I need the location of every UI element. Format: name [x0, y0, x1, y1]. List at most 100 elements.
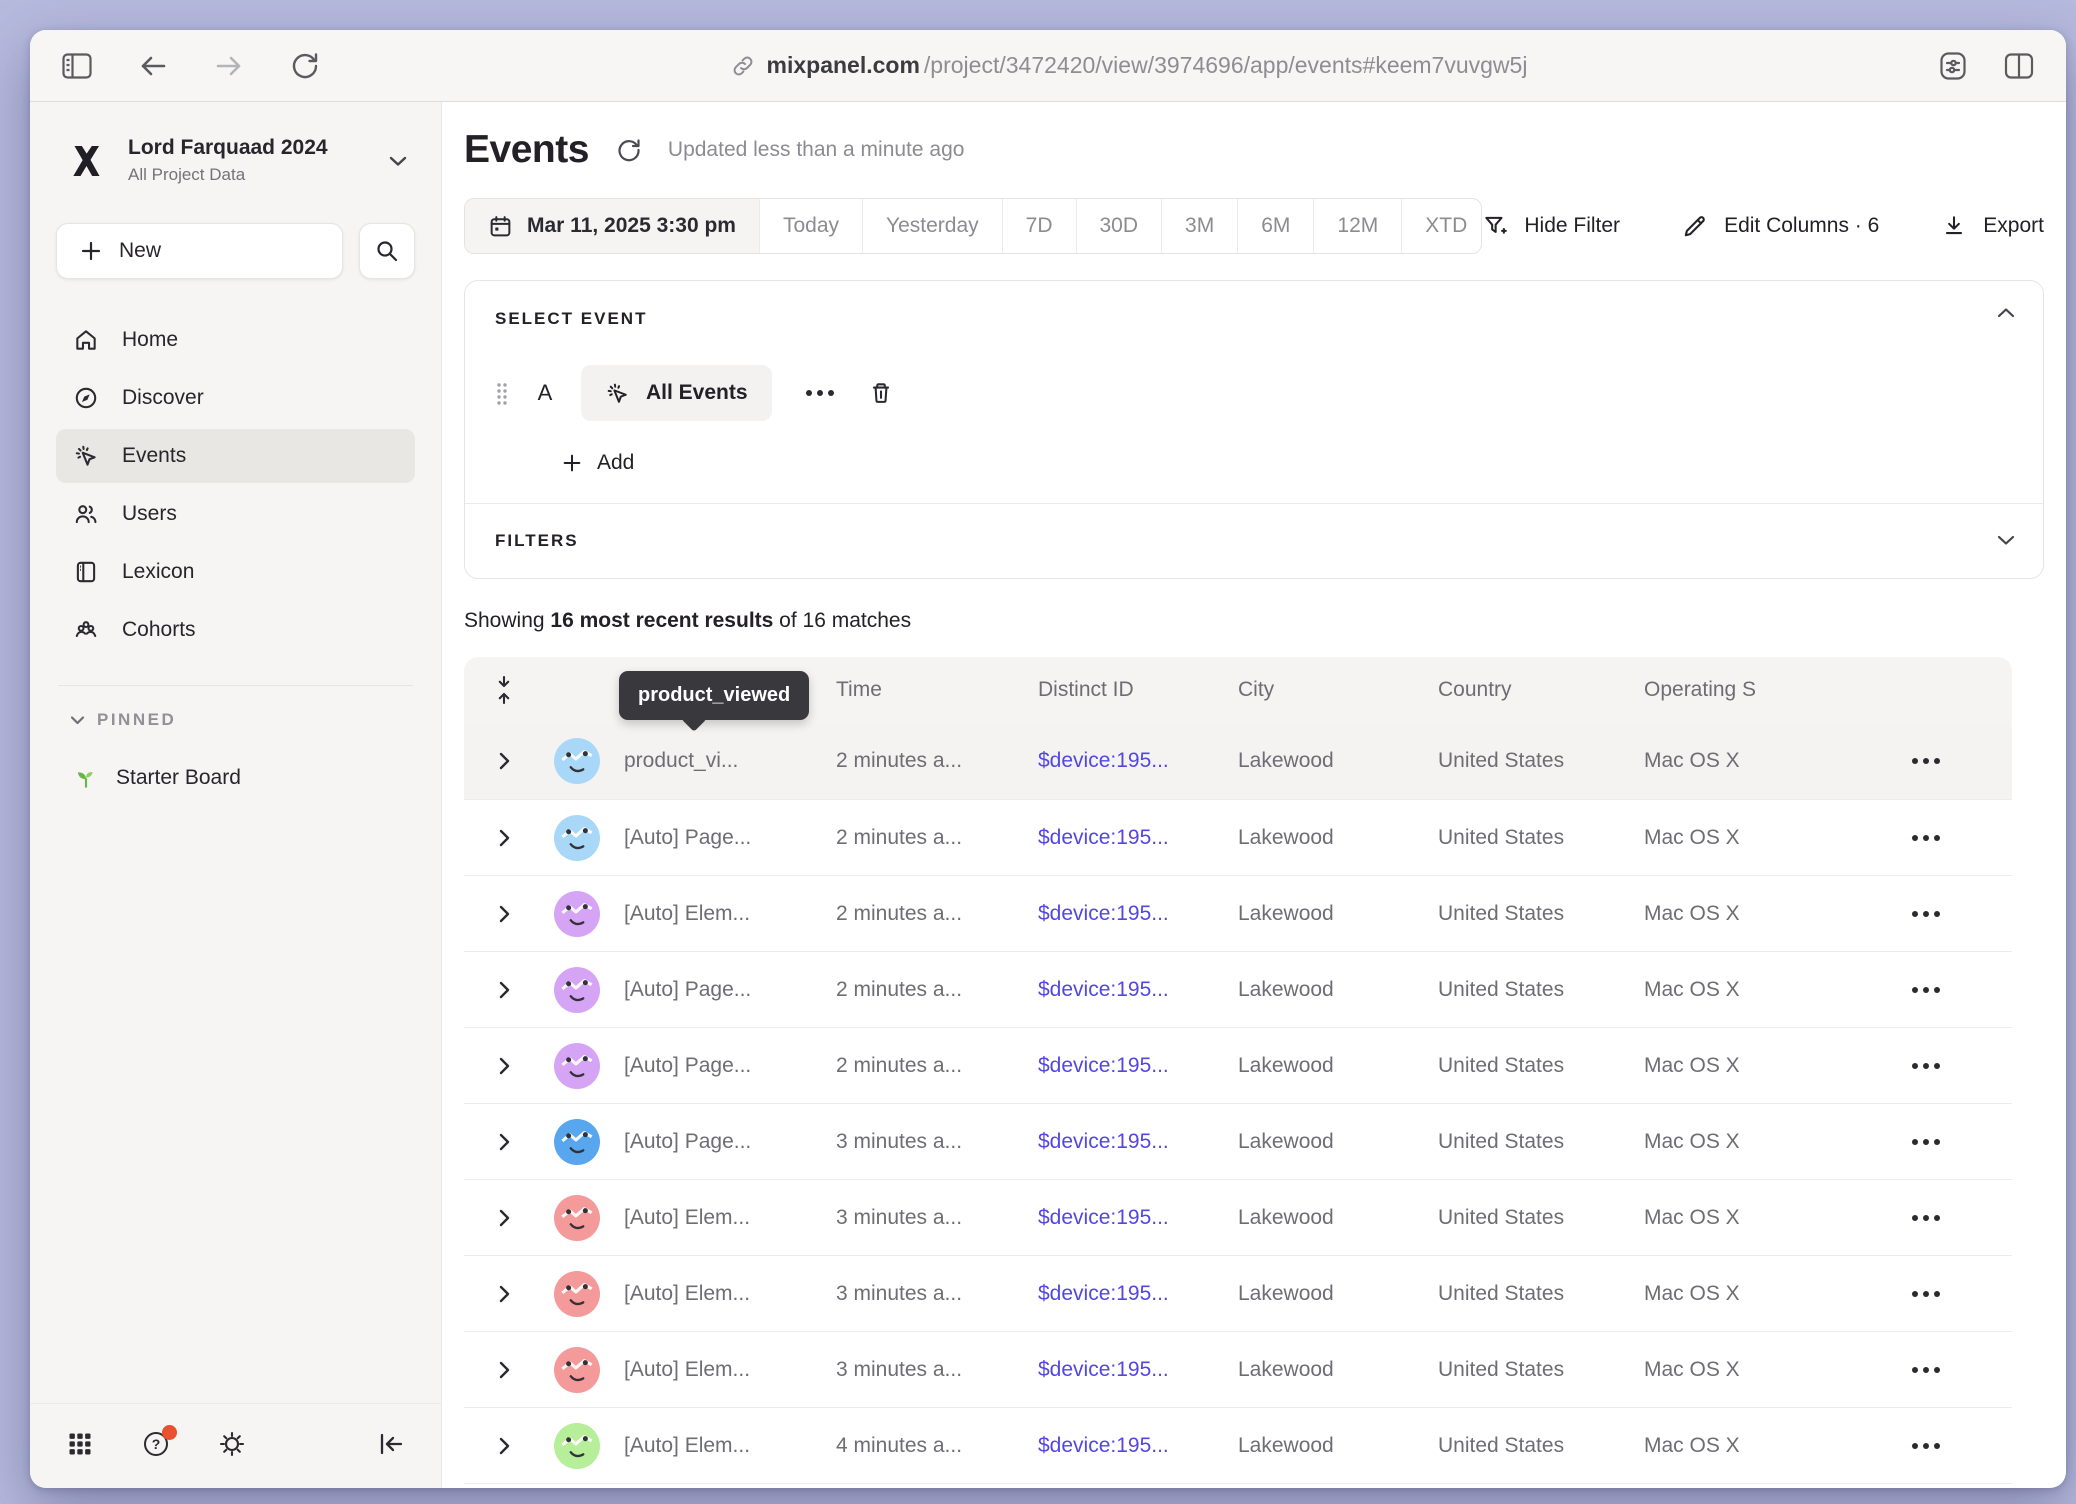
sidebar-item-cohorts[interactable]: Cohorts [56, 603, 415, 657]
row-expand-chevron[interactable] [464, 1284, 554, 1304]
export-button[interactable]: Export [1941, 213, 2044, 239]
book-icon [72, 558, 100, 586]
split-view-icon[interactable] [2002, 49, 2036, 83]
range-xtd[interactable]: XTD [1401, 199, 1482, 253]
select-event-label: SELECT EVENT [495, 309, 2013, 329]
table-row[interactable]: [Auto] Page... 2 minutes a... $device:19… [464, 951, 2012, 1027]
distinct-id-cell: $device:195... [1038, 1054, 1238, 1078]
row-expand-chevron[interactable] [464, 1208, 554, 1228]
browser-sidebar-toggle-icon[interactable] [60, 49, 94, 83]
row-expand-chevron[interactable] [464, 904, 554, 924]
summary-count: 16 most recent results [550, 609, 773, 632]
table-row[interactable]: [Auto] Page... 2 minutes a... $device:19… [464, 799, 2012, 875]
distinct-id-link[interactable]: $device:195... [1038, 1434, 1169, 1457]
column-header-os[interactable]: Operating S [1644, 678, 1849, 702]
reload-icon[interactable] [288, 49, 322, 83]
row-actions-button[interactable] [1912, 1291, 1940, 1297]
sidebar-item-lexicon[interactable]: Lexicon [56, 545, 415, 599]
row-actions-button[interactable] [1912, 987, 1940, 993]
sidebar-item-discover[interactable]: Discover [56, 371, 415, 425]
row-expand-chevron[interactable] [464, 751, 554, 771]
range-12m[interactable]: 12M [1313, 199, 1401, 253]
add-event-button[interactable]: Add [561, 451, 634, 475]
row-actions-button[interactable] [1912, 1063, 1940, 1069]
search-button[interactable] [359, 223, 415, 279]
column-header-city[interactable]: City [1238, 678, 1438, 702]
url-bar[interactable]: mixpanel.com/project/3472420/view/397469… [322, 52, 1936, 79]
row-expand-chevron[interactable] [464, 1132, 554, 1152]
table-row[interactable]: [Auto] Elem... 4 minutes a... $device:19… [464, 1407, 2012, 1483]
forward-icon[interactable] [212, 49, 246, 83]
date-range-current[interactable]: Mar 11, 2025 3:30 pm [465, 199, 759, 253]
row-actions-button[interactable] [1912, 1215, 1940, 1221]
distinct-id-link[interactable]: $device:195... [1038, 749, 1169, 772]
distinct-id-link[interactable]: $device:195... [1038, 1054, 1169, 1077]
row-actions-button[interactable] [1912, 835, 1940, 841]
event-options-button[interactable] [798, 390, 842, 396]
new-button[interactable]: New [56, 223, 343, 279]
event-time-cell: 2 minutes a... [836, 749, 1038, 773]
range-today[interactable]: Today [759, 199, 862, 253]
row-expand-chevron[interactable] [464, 980, 554, 1000]
trash-icon[interactable] [868, 380, 894, 406]
back-icon[interactable] [136, 49, 170, 83]
sidebar-item-starter-board[interactable]: Starter Board [56, 752, 415, 804]
filters-section[interactable]: FILTERS [465, 504, 2043, 578]
chevron-up-icon[interactable] [1997, 307, 2015, 318]
distinct-id-link[interactable]: $device:195... [1038, 1282, 1169, 1305]
apps-grid-icon[interactable] [64, 1428, 96, 1460]
sidebar-item-users[interactable]: Users [56, 487, 415, 541]
range-30d[interactable]: 30D [1076, 199, 1162, 253]
range-7d[interactable]: 7D [1002, 199, 1076, 253]
distinct-id-link[interactable]: $device:195... [1038, 1358, 1169, 1381]
distinct-id-link[interactable]: $device:195... [1038, 826, 1169, 849]
row-actions-button[interactable] [1912, 1443, 1940, 1449]
column-header-country[interactable]: Country [1438, 678, 1644, 702]
event-time-cell: 3 minutes a... [836, 1358, 1038, 1382]
range-6m[interactable]: 6M [1237, 199, 1313, 253]
row-actions-button[interactable] [1912, 1367, 1940, 1373]
collapse-sidebar-icon[interactable] [375, 1428, 407, 1460]
row-actions-button[interactable] [1912, 1139, 1940, 1145]
row-expand-chevron[interactable] [464, 1056, 554, 1076]
page-settings-icon[interactable] [1936, 49, 1970, 83]
hide-filter-button[interactable]: Hide Filter [1482, 213, 1620, 239]
city-cell: Lakewood [1238, 1054, 1438, 1078]
sidebar-nav: Home Discover Events [56, 313, 415, 657]
chevron-down-icon[interactable] [1997, 535, 2015, 546]
column-header-distinct-id[interactable]: Distinct ID [1038, 678, 1238, 702]
event-avatar-icon [554, 815, 600, 861]
column-header-time[interactable]: Time [836, 678, 1038, 702]
edit-columns-button[interactable]: Edit Columns · 6 [1682, 213, 1879, 239]
table-row[interactable]: [Auto] Elem... 2 minutes a... $device:19… [464, 875, 2012, 951]
row-expand-chevron[interactable] [464, 828, 554, 848]
table-row[interactable] [464, 1483, 2012, 1488]
help-icon[interactable]: ? [140, 1428, 172, 1460]
table-row[interactable]: [Auto] Page... 2 minutes a... $device:19… [464, 1027, 2012, 1103]
refresh-icon[interactable] [615, 137, 642, 164]
table-row[interactable]: [Auto] Elem... 3 minutes a... $device:19… [464, 1179, 2012, 1255]
row-expand-chevron[interactable] [464, 1436, 554, 1456]
sidebar-item-label: Discover [122, 386, 204, 410]
table-row[interactable]: [Auto] Elem... 3 minutes a... $device:19… [464, 1255, 2012, 1331]
event-selector-pill[interactable]: All Events [581, 365, 772, 421]
gear-icon[interactable] [216, 1428, 248, 1460]
range-yesterday[interactable]: Yesterday [862, 199, 1002, 253]
distinct-id-link[interactable]: $device:195... [1038, 902, 1169, 925]
sidebar-item-home[interactable]: Home [56, 313, 415, 367]
pinned-section-header[interactable]: PINNED [56, 710, 415, 730]
table-row[interactable]: [Auto] Page... 3 minutes a... $device:19… [464, 1103, 2012, 1179]
collapse-rows-icon[interactable] [464, 675, 554, 705]
row-actions-button[interactable] [1912, 911, 1940, 917]
sidebar-item-events[interactable]: Events [56, 429, 415, 483]
table-row[interactable]: product_vi... 2 minutes a... $device:195… [464, 723, 2012, 799]
range-3m[interactable]: 3M [1161, 199, 1237, 253]
distinct-id-link[interactable]: $device:195... [1038, 978, 1169, 1001]
drag-handle-icon[interactable] [495, 380, 509, 406]
project-switcher[interactable]: Lord Farquaad 2024 All Project Data [56, 136, 415, 185]
row-expand-chevron[interactable] [464, 1360, 554, 1380]
table-row[interactable]: [Auto] Elem... 3 minutes a... $device:19… [464, 1331, 2012, 1407]
distinct-id-link[interactable]: $device:195... [1038, 1206, 1169, 1229]
row-actions-button[interactable] [1912, 758, 1940, 764]
distinct-id-link[interactable]: $device:195... [1038, 1130, 1169, 1153]
